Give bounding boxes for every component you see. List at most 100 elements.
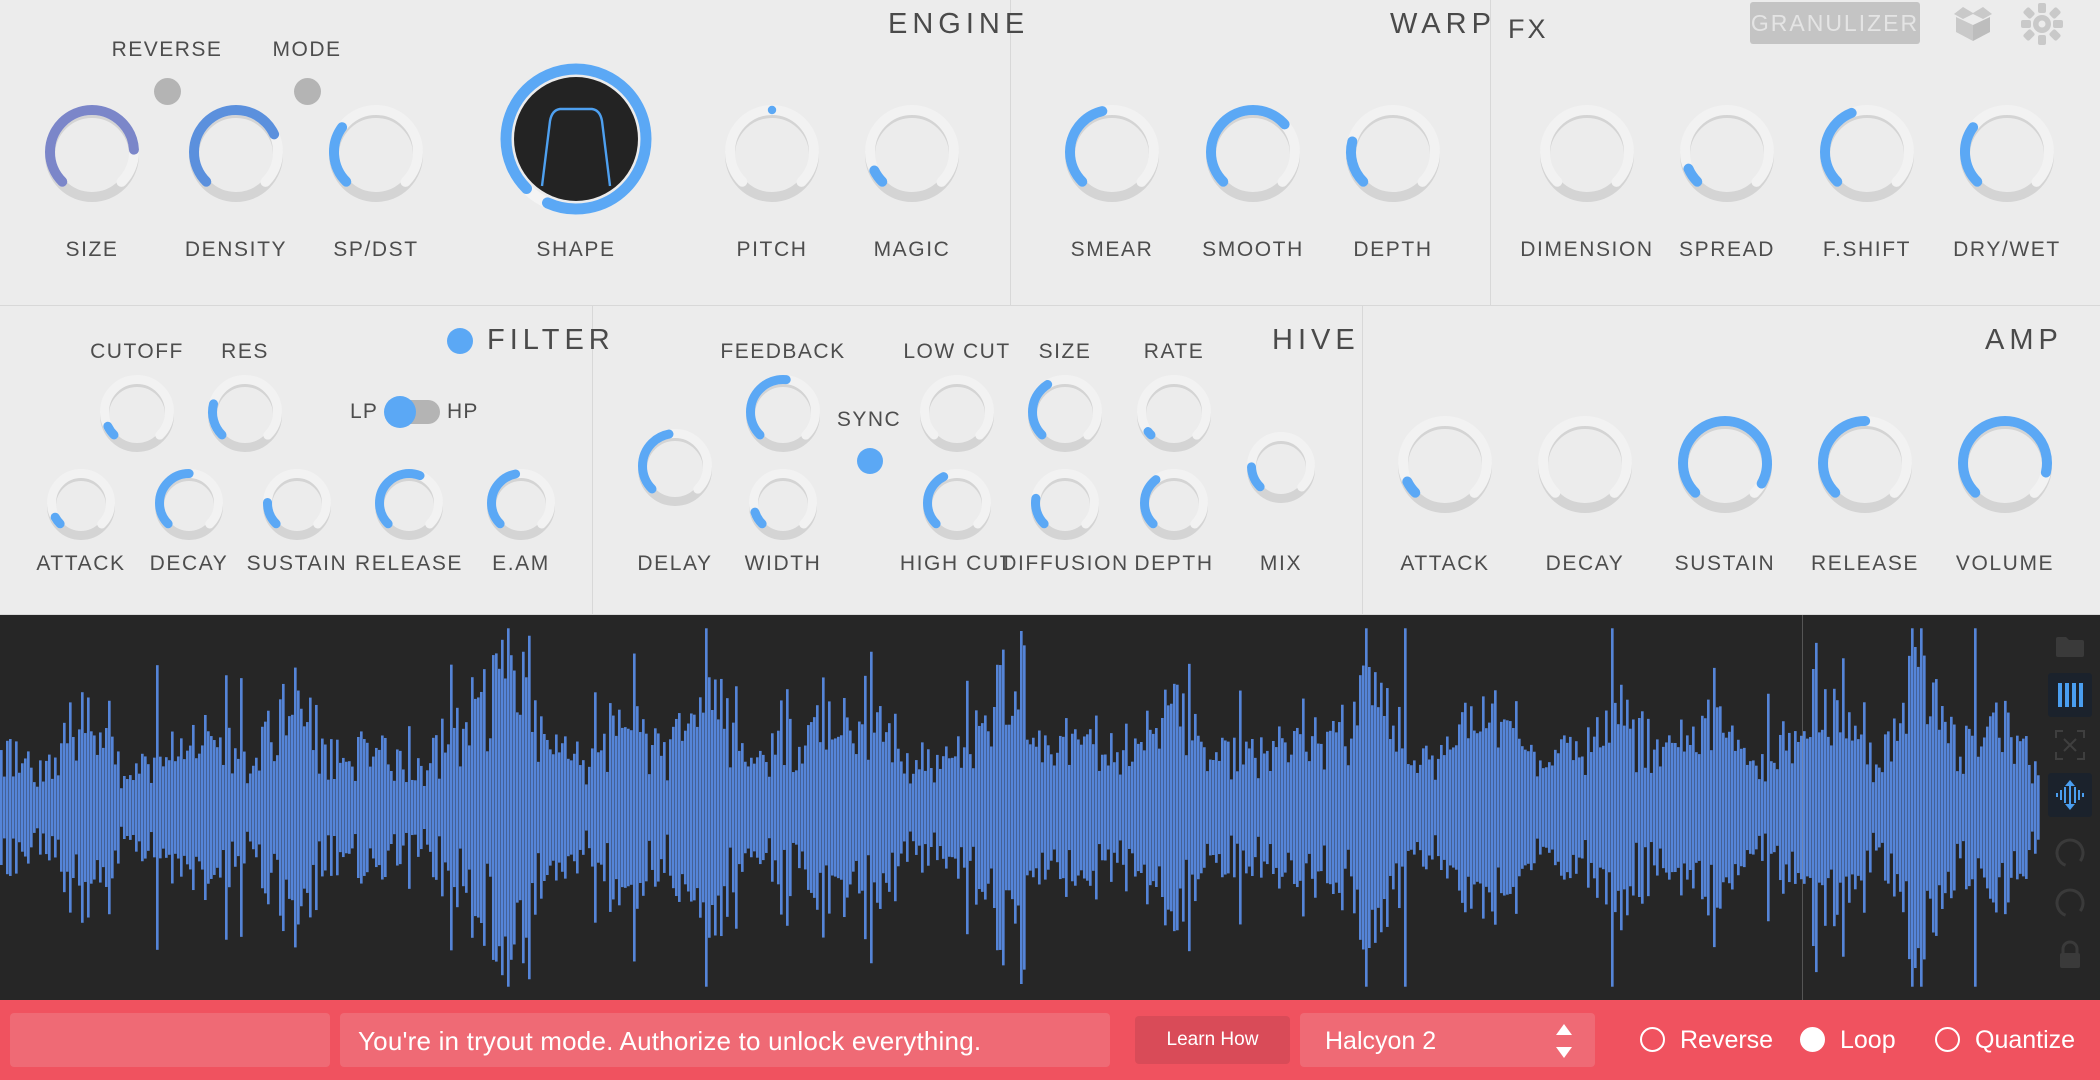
hp-label: HP: [447, 400, 479, 423]
amp-sustain-knob-label: SUSTAIN: [1674, 552, 1776, 575]
dimension-knob[interactable]: [1539, 104, 1635, 202]
mix-knob-label: MIX: [1259, 552, 1303, 575]
knob-a-icon[interactable]: [2048, 831, 2092, 875]
feedback-knob[interactable]: [745, 374, 821, 452]
mode-label: MODE: [272, 38, 342, 61]
amp-release-knob-label: RELEASE: [1810, 552, 1920, 575]
playhead[interactable]: [1802, 615, 1803, 1000]
density-knob[interactable]: [188, 104, 284, 202]
hive-size-knob[interactable]: [1027, 374, 1103, 452]
filter-attack-knob[interactable]: [46, 468, 116, 540]
granulizer-button[interactable]: GRANULIZER: [1750, 2, 1920, 44]
sync-button[interactable]: [857, 448, 883, 474]
filter-eam-knob-label: E.AM: [492, 552, 550, 575]
smear-knob[interactable]: [1064, 104, 1160, 202]
magic-knob[interactable]: [864, 104, 960, 202]
loop-radio[interactable]: [1800, 1027, 1825, 1052]
divider-engine-warp: [1010, 0, 1011, 305]
smooth-knob[interactable]: [1205, 104, 1301, 202]
engine-section-title: ENGINE: [888, 8, 1030, 40]
filter-release-knob[interactable]: [374, 468, 444, 540]
spdst-knob[interactable]: [328, 104, 424, 202]
sync-label: SYNC: [836, 408, 902, 431]
reverse-button[interactable]: [154, 78, 181, 105]
waveform-tool-rail: [2040, 615, 2100, 1000]
learn-how-button[interactable]: Learn How: [1135, 1016, 1290, 1064]
preset-name: Halcyon 2: [1325, 1027, 1437, 1055]
amp-attack-knob-label: ATTACK: [1400, 552, 1490, 575]
filter-sustain-knob[interactable]: [262, 468, 332, 540]
pitch-knob-label: PITCH: [736, 238, 808, 261]
amp-volume-knob[interactable]: [1957, 415, 2053, 513]
low-cut-knob[interactable]: [919, 374, 995, 452]
shape-display[interactable]: [500, 63, 652, 215]
pitch-knob[interactable]: [724, 104, 820, 202]
folder-icon[interactable]: [2048, 625, 2092, 669]
drywet-knob[interactable]: [1959, 104, 2055, 202]
width-knob-label: WIDTH: [744, 552, 822, 575]
high-cut-knob[interactable]: [922, 468, 992, 540]
filter-attack-knob-label: ATTACK: [36, 552, 126, 575]
low-cut-label: LOW CUT: [903, 340, 1011, 363]
amp-section-title: AMP: [1985, 324, 2063, 356]
expand-icon[interactable]: [2048, 723, 2092, 767]
amp-release-knob[interactable]: [1817, 415, 1913, 513]
size-knob[interactable]: [44, 104, 140, 202]
divider-row1: [0, 305, 2100, 306]
knob-b-icon[interactable]: [2048, 881, 2092, 925]
divider-warp-fx: [1490, 0, 1491, 305]
filter-eam-knob[interactable]: [486, 468, 556, 540]
density-knob-label: DENSITY: [184, 238, 288, 261]
depth-knob-label: DEPTH: [1353, 238, 1433, 261]
status-bar-left-block: [10, 1013, 330, 1067]
cutoff-knob[interactable]: [99, 374, 175, 452]
spdst-knob-label: SP/DST: [333, 238, 419, 261]
vertical-zoom-icon[interactable]: [2048, 773, 2092, 817]
depth-knob[interactable]: [1345, 104, 1441, 202]
rate-knob[interactable]: [1136, 374, 1212, 452]
spread-knob[interactable]: [1679, 104, 1775, 202]
gear-icon[interactable]: [2020, 2, 2064, 46]
amp-volume-knob-label: VOLUME: [1955, 552, 2055, 575]
hive-size-label: SIZE: [1038, 340, 1092, 363]
amp-sustain-knob[interactable]: [1677, 415, 1773, 513]
res-knob[interactable]: [207, 374, 283, 452]
hive-section-title: HIVE: [1272, 324, 1360, 356]
magic-knob-label: MAGIC: [873, 238, 951, 261]
filter-enable-button[interactable]: [447, 328, 473, 354]
res-label: RES: [221, 340, 269, 363]
waveform-display[interactable]: [0, 615, 2100, 1000]
diffusion-knob[interactable]: [1030, 468, 1100, 540]
smear-knob-label: SMEAR: [1070, 238, 1154, 261]
fshift-knob-label: F.SHIFT: [1822, 238, 1912, 261]
lock-icon[interactable]: [2048, 933, 2092, 977]
fshift-knob[interactable]: [1819, 104, 1915, 202]
hive-depth-knob[interactable]: [1139, 468, 1209, 540]
warp-section-title: WARP: [1390, 8, 1496, 40]
filter-type-toggle-knob[interactable]: [384, 396, 416, 428]
mode-button[interactable]: [294, 78, 321, 105]
delay-knob[interactable]: [637, 428, 713, 506]
amp-attack-knob[interactable]: [1397, 415, 1493, 513]
mix-knob[interactable]: [1246, 431, 1316, 503]
diffusion-knob-label: DIFFUSION: [1001, 552, 1129, 575]
spread-knob-label: SPREAD: [1679, 238, 1775, 261]
drywet-knob-label: DRY/WET: [1953, 238, 2061, 261]
filter-decay-knob[interactable]: [154, 468, 224, 540]
bars-icon[interactable]: [2048, 673, 2092, 717]
box-icon[interactable]: [1950, 4, 1996, 44]
status-bar: You're in tryout mode. Authorize to unlo…: [0, 1000, 2100, 1080]
amp-decay-knob[interactable]: [1537, 415, 1633, 513]
divider-hive-amp: [1362, 306, 1363, 615]
smooth-knob-label: SMOOTH: [1202, 238, 1304, 261]
quantize-radio[interactable]: [1935, 1027, 1960, 1052]
reverse-label: REVERSE: [111, 38, 223, 61]
width-knob[interactable]: [748, 468, 818, 540]
reverse-radio[interactable]: [1640, 1027, 1665, 1052]
waveform-graphic: [0, 628, 2040, 987]
preset-stepper[interactable]: [1552, 1022, 1576, 1065]
tryout-message: You're in tryout mode. Authorize to unlo…: [358, 1026, 982, 1056]
cutoff-label: CUTOFF: [90, 340, 184, 363]
rate-label: RATE: [1143, 340, 1205, 363]
amp-decay-knob-label: DECAY: [1545, 552, 1625, 575]
